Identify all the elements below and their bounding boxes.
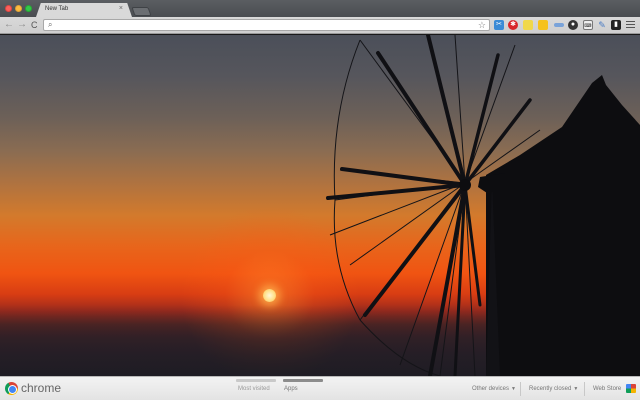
new-tab-background (0, 35, 640, 376)
most-visited-pager[interactable] (236, 379, 276, 382)
blue-bar-extension-icon[interactable] (554, 23, 564, 27)
circle-extension-icon[interactable]: ● (568, 20, 578, 30)
web-store-link[interactable]: Web Store (593, 386, 621, 392)
dark-square-extension-icon[interactable]: ▮ (611, 20, 621, 30)
chrome-wordmark: chrome (21, 381, 62, 395)
other-devices-label: Other devices (472, 386, 510, 392)
omnibox[interactable]: ⌕ ☆ (43, 19, 490, 31)
forward-button[interactable]: → (17, 19, 27, 31)
reload-button[interactable]: C (31, 19, 38, 31)
web-store-icon[interactable] (626, 384, 636, 393)
apps-pager[interactable] (283, 379, 323, 382)
yellow-note-extension-icon[interactable] (523, 20, 533, 30)
tab-title: New Tab (45, 6, 69, 12)
tab-most-visited[interactable]: Most visited (238, 386, 270, 392)
recently-closed-label: Recently closed (529, 386, 572, 392)
omnibox-input[interactable] (58, 20, 468, 30)
footer-divider (520, 382, 521, 396)
new-tab-footer: chrome Most visited Apps Other devices ▼ … (0, 376, 640, 400)
pin-extension-icon[interactable]: ✎ (597, 20, 607, 30)
other-devices-menu[interactable]: Other devices ▼ (472, 386, 516, 392)
window-maximize-button[interactable] (25, 5, 32, 12)
tab-close-icon[interactable]: × (119, 5, 123, 12)
bookmark-star-icon[interactable]: ☆ (478, 19, 486, 31)
tab-new-tab[interactable]: New Tab × (36, 3, 132, 17)
chevron-down-icon: ▼ (511, 386, 516, 392)
chrome-menu-icon[interactable] (626, 21, 635, 30)
tab-apps[interactable]: Apps (284, 386, 298, 392)
windmill-silhouette (326, 35, 640, 376)
red-extension-icon[interactable]: ✱ (508, 20, 518, 30)
window-close-button[interactable] (5, 5, 12, 12)
footer-divider (584, 382, 585, 396)
sticky-extension-icon[interactable] (538, 20, 548, 30)
recently-closed-menu[interactable]: Recently closed ▼ (529, 386, 578, 392)
new-tab-button[interactable] (131, 7, 152, 16)
toolbar: ← → C ⌕ ☆ ✂ ✱ ● ⌨ ✎ ▮ (0, 17, 640, 34)
bookmark-extension-icon[interactable]: ✂ (494, 20, 504, 30)
tab-strip: New Tab × (0, 0, 640, 17)
search-icon: ⌕ (48, 20, 53, 29)
chrome-logo-icon (5, 382, 18, 395)
keyboard-extension-icon[interactable]: ⌨ (583, 20, 593, 30)
window-minimize-button[interactable] (15, 5, 22, 12)
chevron-down-icon: ▼ (573, 386, 579, 392)
back-button[interactable]: ← (4, 19, 14, 31)
